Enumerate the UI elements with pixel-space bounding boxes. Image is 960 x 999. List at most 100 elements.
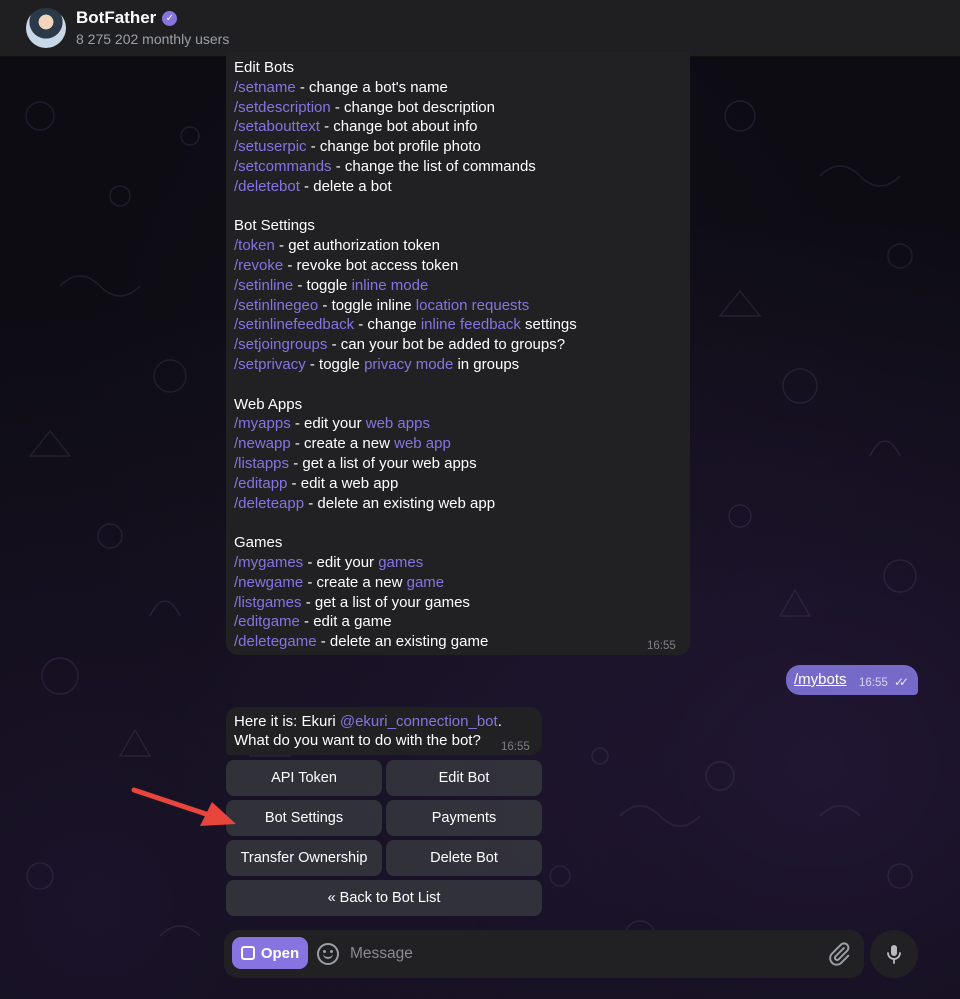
bot-mention-link[interactable]: @ekuri_connection_bot bbox=[340, 713, 498, 730]
command-line: /listgames - get a list of your games bbox=[234, 593, 577, 613]
command-description: - change bot description bbox=[330, 98, 495, 116]
command-link[interactable]: /newgame bbox=[234, 574, 303, 591]
section-heading: Bot Settings bbox=[234, 217, 315, 235]
command-link[interactable]: games bbox=[378, 554, 423, 571]
command-link[interactable]: /revoke bbox=[234, 257, 283, 274]
command-description: - get authorization token bbox=[274, 237, 440, 255]
command-description: - delete a bot bbox=[299, 177, 392, 195]
command-link[interactable]: /editapp bbox=[234, 475, 287, 492]
command-link[interactable]: /myapps bbox=[234, 415, 291, 432]
command-link[interactable]: /editgame bbox=[234, 613, 300, 630]
delete-bot-button[interactable]: Delete Bot bbox=[386, 840, 542, 876]
command-line: /deleteapp - delete an existing web app bbox=[234, 494, 577, 514]
microphone-button[interactable] bbox=[870, 930, 918, 978]
command-link[interactable]: /deletebot bbox=[234, 178, 300, 195]
command-link[interactable]: /setcommands bbox=[234, 158, 332, 175]
commands-message: Edit Bots/setname - change a bot's name /… bbox=[226, 52, 690, 655]
command-link[interactable]: /setabouttext bbox=[234, 118, 320, 135]
command-description: - create a new bbox=[290, 435, 395, 453]
command-link[interactable]: inline mode bbox=[352, 277, 429, 294]
section-heading: Web Apps bbox=[234, 395, 303, 413]
command-link[interactable]: /deleteapp bbox=[234, 495, 304, 512]
chat-title: BotFather bbox=[76, 8, 157, 27]
annotation-arrow-icon bbox=[131, 787, 236, 826]
command-description: - change the list of commands bbox=[331, 157, 536, 175]
section-heading: Edit Bots bbox=[234, 59, 295, 76]
command-description: - edit a web app bbox=[287, 474, 399, 492]
command-description: - can your bot be added to groups? bbox=[327, 336, 566, 354]
command-line: /setdescription - change bot description bbox=[234, 98, 577, 118]
message-line: Here it is: Ekuri @ekuri_connection_bot. bbox=[234, 712, 502, 732]
api-token-button[interactable]: API Token bbox=[226, 760, 382, 796]
outgoing-command-link[interactable]: /mybots bbox=[794, 671, 847, 688]
command-line: /editapp - edit a web app bbox=[234, 474, 577, 494]
command-link[interactable]: /setdescription bbox=[234, 99, 331, 116]
command-link[interactable]: /setinline bbox=[234, 277, 293, 294]
command-link[interactable]: /setuserpic bbox=[234, 138, 307, 155]
bot-settings-button[interactable]: Bot Settings bbox=[226, 800, 382, 836]
command-link[interactable]: web app bbox=[394, 435, 451, 452]
command-line: /setuserpic - change bot profile photo bbox=[234, 137, 577, 157]
command-description: - delete an existing web app bbox=[304, 494, 496, 512]
command-line: /deletebot - delete a bot bbox=[234, 177, 577, 197]
message-text: . bbox=[497, 713, 502, 730]
command-line: /setinline - toggle inline mode bbox=[234, 276, 577, 296]
command-link[interactable]: /mygames bbox=[234, 554, 303, 571]
command-description: - revoke bot access token bbox=[283, 256, 459, 274]
command-description: - delete an existing game bbox=[316, 633, 489, 651]
message-input[interactable] bbox=[350, 942, 810, 966]
command-description: - change bot profile photo bbox=[306, 138, 481, 156]
outgoing-message: /mybots 16:55 ✓✓ bbox=[786, 665, 918, 695]
command-link[interactable]: game bbox=[407, 574, 445, 591]
open-button-label: Open bbox=[260, 944, 300, 962]
double-check-icon: ✓✓ bbox=[894, 675, 909, 689]
paperclip-icon[interactable] bbox=[826, 941, 852, 967]
command-description: - toggle bbox=[305, 355, 365, 373]
open-web-app-button[interactable]: Open bbox=[232, 937, 308, 969]
edit-bot-button[interactable]: Edit Bot bbox=[386, 760, 542, 796]
command-line: /setabouttext - change bot about info bbox=[234, 117, 577, 137]
command-link[interactable]: location requests bbox=[416, 297, 529, 314]
commands-list: Edit Bots/setname - change a bot's name /… bbox=[234, 58, 577, 652]
command-line: /setinlinegeo - toggle inline location r… bbox=[234, 296, 577, 316]
message-composer: Open bbox=[224, 930, 864, 978]
command-description: - toggle bbox=[293, 276, 352, 294]
command-link[interactable]: /setname bbox=[234, 79, 296, 96]
avatar[interactable] bbox=[26, 8, 66, 48]
command-link[interactable]: /setinlinefeedback bbox=[234, 316, 354, 333]
command-link[interactable]: /newapp bbox=[234, 435, 291, 452]
command-link[interactable]: inline feedback bbox=[421, 316, 521, 333]
incoming-message: Here it is: Ekuri @ekuri_connection_bot.… bbox=[226, 707, 542, 755]
command-line: /revoke - revoke bot access token bbox=[234, 256, 577, 276]
command-link[interactable]: /setinlinegeo bbox=[234, 297, 318, 314]
command-line: /token - get authorization token bbox=[234, 236, 577, 256]
payments-button[interactable]: Payments bbox=[386, 800, 542, 836]
command-link[interactable]: privacy mode bbox=[364, 356, 453, 373]
command-description: - edit a game bbox=[299, 613, 392, 631]
command-line: /deletegame - delete an existing game bbox=[234, 632, 577, 652]
emoji-icon[interactable] bbox=[317, 943, 339, 965]
command-link[interactable]: /token bbox=[234, 237, 275, 254]
chat-header[interactable]: BotFather ✓ 8 275 202 monthly users bbox=[0, 0, 960, 57]
command-line: /mygames - edit your games bbox=[234, 553, 577, 573]
command-line: /editgame - edit a game bbox=[234, 612, 577, 632]
command-description: - edit your bbox=[303, 553, 379, 571]
transfer-ownership-button[interactable]: Transfer Ownership bbox=[226, 840, 382, 876]
command-line: /myapps - edit your web apps bbox=[234, 414, 577, 434]
command-link[interactable]: /setjoingroups bbox=[234, 336, 327, 353]
command-line: /listapps - get a list of your web apps bbox=[234, 454, 577, 474]
command-link[interactable]: /deletegame bbox=[234, 633, 317, 650]
command-link[interactable]: web apps bbox=[366, 415, 430, 432]
command-link[interactable]: /listgames bbox=[234, 594, 302, 611]
back-to-bot-list-button[interactable]: « Back to Bot List bbox=[226, 880, 542, 916]
command-link[interactable]: /setprivacy bbox=[234, 356, 306, 373]
command-line: /setjoingroups - can your bot be added t… bbox=[234, 335, 577, 355]
command-description: - change a bot's name bbox=[295, 78, 448, 96]
command-line: /setinlinefeedback - change inline feedb… bbox=[234, 315, 577, 335]
command-line: /newapp - create a new web app bbox=[234, 434, 577, 454]
verified-icon: ✓ bbox=[162, 10, 178, 26]
message-time: 16:55 bbox=[859, 677, 888, 689]
command-link[interactable]: /listapps bbox=[234, 455, 289, 472]
